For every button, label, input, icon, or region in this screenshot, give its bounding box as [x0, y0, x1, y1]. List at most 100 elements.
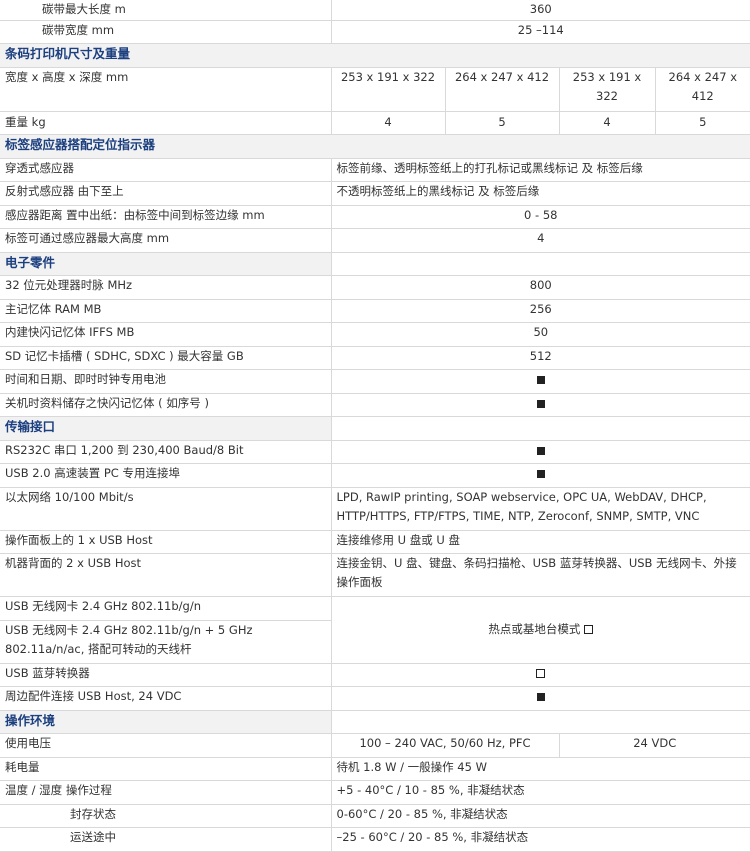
table-row: 温度 / 湿度 操作过程 +5 - 40°C / 10 - 85 %, 非凝结状…	[0, 780, 750, 805]
filled-square-icon	[536, 446, 545, 455]
table-row: 关机时资料储存之快闪记忆体 ( 如序号 )	[0, 393, 750, 417]
open-square-icon	[584, 625, 594, 635]
row-value: –25 - 60°C / 20 - 85 %, 非凝结状态	[330, 827, 750, 852]
wlan-mode-text: 热点或基地台模式	[488, 622, 581, 637]
row-label: 重量 kg	[0, 111, 331, 135]
section-header-row: 操作环境	[0, 710, 750, 734]
section-header-row: 标签感应器搭配定位指示器	[0, 134, 750, 159]
row-label: USB 2.0 高速装置 PC 专用连接埠	[0, 463, 331, 488]
table-row: 使用电压 100 – 240 VAC, 50/60 Hz, PFC 24 VDC	[0, 733, 750, 758]
table-row: 感应器距离 置中出纸：由标签中间到标签边缘 mm 0 - 58	[0, 205, 750, 229]
section-blank	[330, 252, 750, 276]
row-value: 4	[330, 111, 445, 135]
row-value: 4	[330, 228, 750, 253]
row-label: 32 位元处理器时脉 MHz	[0, 275, 331, 300]
row-label: 机器背面的 2 x USB Host	[0, 553, 331, 597]
row-value	[330, 686, 750, 711]
row-value: 800	[330, 275, 750, 300]
table-row: 穿透式感应器 标签前缘、透明标签纸上的打孔标记或黑线标记 及 标签后缘	[0, 158, 750, 182]
row-value: 4	[558, 111, 655, 135]
filled-square-icon	[536, 693, 545, 701]
section-header-row: 传输接口	[0, 416, 750, 441]
row-value: 0-60°C / 20 - 85 %, 非凝结状态	[330, 804, 750, 828]
row-label: 宽度 x 高度 x 深度 mm	[0, 67, 331, 112]
row-value: 连接金钥、U 盘、键盘、条码扫描枪、USB 蓝芽转换器、USB 无线网卡、外接操…	[330, 553, 750, 597]
row-label: 感应器距离 置中出纸：由标签中间到标签边缘 mm	[0, 205, 331, 229]
row-value: 50	[330, 322, 750, 347]
row-label: 运送途中	[0, 827, 331, 852]
row-value: 5	[654, 111, 750, 135]
row-label: 碳带最大长度 m	[0, 0, 331, 21]
table-row: 机器背面的 2 x USB Host 连接金钥、U 盘、键盘、条码扫描枪、USB…	[0, 553, 750, 597]
row-label: 操作面板上的 1 x USB Host	[0, 530, 331, 554]
row-value: 253 x 191 x 322	[330, 67, 445, 112]
section-title: 传输接口	[0, 416, 331, 441]
row-value	[330, 393, 750, 417]
row-value: 不透明标签纸上的黑线标记 及 标签后缘	[330, 181, 750, 206]
row-label: 使用电压	[0, 733, 331, 758]
table-row: USB 2.0 高速装置 PC 专用连接埠	[0, 463, 750, 488]
section-blank	[330, 416, 750, 441]
filled-square-icon	[536, 376, 545, 384]
table-row: USB 蓝芽转换器	[0, 663, 750, 687]
row-value: 25 –114	[330, 20, 750, 44]
section-header-row: 电子零件	[0, 252, 750, 276]
filled-square-icon	[536, 399, 545, 408]
row-value: 待机 1.8 W / 一般操作 45 W	[330, 757, 750, 781]
section-title: 标签感应器搭配定位指示器	[0, 134, 750, 159]
row-label: 碳带宽度 mm	[0, 20, 331, 44]
table-row: 标签可通过感应器最大高度 mm 4	[0, 228, 750, 253]
row-label: 穿透式感应器	[0, 158, 331, 182]
section-header-row: 条码打印机尺寸及重量	[0, 43, 750, 68]
row-value: 0 - 58	[330, 205, 750, 229]
row-value: 标签前缘、透明标签纸上的打孔标记或黑线标记 及 标签后缘	[330, 158, 750, 182]
row-label: USB 无线网卡 2.4 GHz 802.11b/g/n	[0, 596, 331, 621]
section-title: 条码打印机尺寸及重量	[0, 43, 750, 68]
table-row: 主记忆体 RAM MB 256	[0, 299, 750, 323]
row-value	[330, 463, 750, 488]
section-blank	[330, 710, 750, 734]
row-value: 256	[330, 299, 750, 323]
row-label: 温度 / 湿度 操作过程	[0, 780, 331, 805]
row-value: +5 - 40°C / 10 - 85 %, 非凝结状态	[330, 780, 750, 805]
table-row: USB 无线网卡 2.4 GHz 802.11b/g/n 热点或基地台模式	[0, 596, 750, 664]
row-value: 512	[330, 346, 750, 370]
section-title: 操作环境	[0, 710, 331, 734]
filled-square-icon	[536, 470, 545, 478]
row-value	[330, 440, 750, 464]
row-label: USB 蓝芽转换器	[0, 663, 331, 687]
table-row: 碳带最大长度 m 360	[0, 0, 750, 21]
row-value: 热点或基地台模式	[330, 596, 750, 664]
table-row: SD 记忆卡插槽 ( SDHC, SDXC ) 最大容量 GB 512	[0, 346, 750, 370]
row-value: 253 x 191 x 322	[558, 67, 655, 112]
row-label: 内建快闪记忆体 IFFS MB	[0, 322, 331, 347]
table-row: 重量 kg 4 5 4 5	[0, 111, 750, 135]
row-label: 主记忆体 RAM MB	[0, 299, 331, 323]
table-row: 时间和日期、即时时钟专用电池	[0, 369, 750, 394]
row-label: 耗电量	[0, 757, 331, 781]
table-row: 碳带宽度 mm 25 –114	[0, 20, 750, 44]
row-label: 标签可通过感应器最大高度 mm	[0, 228, 331, 253]
row-value	[330, 663, 750, 687]
table-row: 周边配件连接 USB Host, 24 VDC	[0, 686, 750, 711]
row-label: 关机时资料储存之快闪记忆体 ( 如序号 )	[0, 393, 331, 417]
row-label: 以太网络 10/100 Mbit/s	[0, 487, 331, 531]
row-value: 264 x 247 x 412	[444, 67, 559, 112]
table-row: 以太网络 10/100 Mbit/s LPD, RawIP printing, …	[0, 487, 750, 531]
table-row: 反射式感应器 由下至上 不透明标签纸上的黑线标记 及 标签后缘	[0, 181, 750, 206]
table-row: 操作面板上的 1 x USB Host 连接维修用 U 盘或 U 盘	[0, 530, 750, 554]
row-value: 264 x 247 x 412	[654, 67, 750, 112]
row-value: 100 – 240 VAC, 50/60 Hz, PFC	[330, 733, 559, 758]
row-label: RS232C 串口 1,200 到 230,400 Baud/8 Bit	[0, 440, 331, 464]
row-value	[330, 369, 750, 394]
table-row: 耗电量 待机 1.8 W / 一般操作 45 W	[0, 757, 750, 781]
table-row: 内建快闪记忆体 IFFS MB 50	[0, 322, 750, 347]
spec-table: 碳带最大长度 m 360 碳带宽度 mm 25 –114 条码打印机尺寸及重量 …	[0, 0, 750, 852]
row-value: 连接维修用 U 盘或 U 盘	[330, 530, 750, 554]
row-label: SD 记忆卡插槽 ( SDHC, SDXC ) 最大容量 GB	[0, 346, 331, 370]
row-value: 24 VDC	[558, 733, 750, 758]
row-label: 周边配件连接 USB Host, 24 VDC	[0, 686, 331, 711]
row-label: 时间和日期、即时时钟专用电池	[0, 369, 331, 394]
table-row: 封存状态 0-60°C / 20 - 85 %, 非凝结状态	[0, 804, 750, 828]
row-value: 5	[444, 111, 559, 135]
